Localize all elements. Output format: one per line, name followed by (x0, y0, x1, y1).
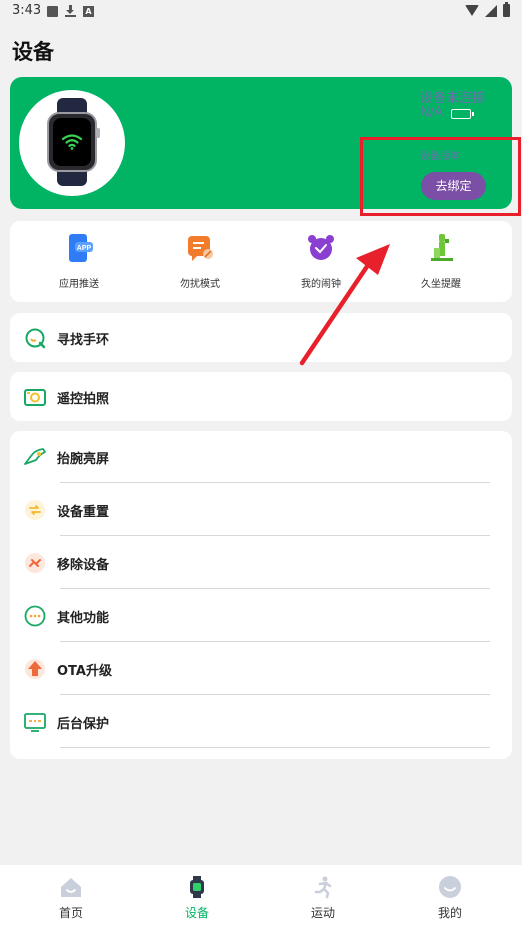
row-divider (60, 641, 490, 642)
sport-icon (311, 875, 335, 899)
settings-row-more-functions[interactable]: 其他功能 (10, 590, 512, 642)
remove-device-icon (23, 552, 47, 574)
settings-row-label: 后台保护 (57, 717, 110, 732)
nav-label: 我的 (437, 906, 462, 920)
settings-row-remove-device[interactable]: 移除设备 (10, 537, 512, 589)
settings-row-label: 设备重置 (57, 505, 110, 520)
quick-action-label: 久坐提醒 (421, 279, 461, 290)
status-bar: 3:43 A (0, 0, 522, 24)
watch-crown (96, 128, 100, 138)
alarm-clock-icon (306, 233, 336, 263)
status-time: 3:43 (12, 3, 42, 18)
settings-row-label: 其他功能 (57, 611, 110, 626)
ota-upgrade-icon (23, 658, 47, 680)
highlight-box (360, 137, 521, 216)
settings-row-raise-wrist[interactable]: 抬腕亮屏 (10, 431, 512, 483)
quick-action-label: 应用推送 (59, 279, 99, 290)
camera-icon (23, 386, 47, 408)
quick-action-app-push[interactable]: APP 应用推送 (34, 233, 124, 290)
bottom-nav: 首页 设备 运动 我的 (0, 865, 522, 928)
more-functions-icon (23, 605, 47, 627)
row-divider (60, 588, 490, 589)
quick-actions-card: APP 应用推送 勿扰模式 我的闹钟 久坐提醒 (10, 221, 512, 302)
battery-level: N/A (420, 105, 443, 120)
app-push-icon: APP (64, 233, 94, 263)
notification-square-icon (47, 5, 58, 17)
find-band-label: 寻找手环 (57, 333, 110, 348)
find-band-row[interactable]: 寻找手环 (10, 313, 512, 362)
settings-row-label: OTA升级 (57, 664, 112, 679)
row-divider (60, 747, 490, 748)
nav-label: 设备 (184, 906, 209, 920)
watch-body (47, 112, 97, 172)
quick-action-alarm[interactable]: 我的闹钟 (276, 233, 366, 290)
nav-sport[interactable]: 运动 (278, 875, 368, 921)
settings-card: 抬腕亮屏 设备重置 移除设备 其他功能 OTA升级 后台保护 (10, 431, 512, 759)
download-icon (65, 5, 76, 17)
nav-label: 首页 (58, 906, 83, 920)
row-divider (60, 694, 490, 695)
watch-wifi-icon (61, 134, 83, 150)
settings-row-ota[interactable]: OTA升级 (10, 643, 512, 695)
battery-icon (451, 109, 474, 119)
find-band-card[interactable]: 寻找手环 (10, 313, 512, 362)
settings-row-background-protect[interactable]: 后台保护 (10, 696, 512, 748)
system-icons (465, 2, 510, 17)
notification-icons: A (47, 5, 94, 17)
row-divider (60, 482, 490, 483)
nav-home[interactable]: 首页 (26, 875, 116, 921)
watch-image (19, 90, 125, 196)
watch-screen (53, 118, 91, 166)
reset-icon (23, 499, 47, 521)
settings-row-label: 抬腕亮屏 (57, 452, 110, 467)
quick-action-dnd[interactable]: 勿扰模式 (155, 233, 245, 290)
battery-status-icon (503, 2, 510, 17)
row-divider (60, 535, 490, 536)
background-protect-icon (23, 711, 47, 733)
do-not-disturb-icon (185, 233, 215, 263)
signal-icon (485, 4, 497, 17)
nav-device[interactable]: 设备 (152, 875, 242, 921)
nav-profile[interactable]: 我的 (405, 875, 495, 921)
quick-action-sedentary[interactable]: 久坐提醒 (396, 233, 486, 290)
quick-action-label: 勿扰模式 (180, 279, 220, 290)
find-band-icon (23, 327, 47, 349)
home-icon (59, 875, 83, 899)
device-icon (185, 875, 209, 899)
profile-icon (438, 875, 462, 899)
wifi-icon (465, 5, 479, 16)
nav-label: 运动 (310, 906, 335, 920)
page-title: 设备 (12, 40, 54, 64)
connection-status: 设备未连接 (420, 91, 486, 106)
notification-a-icon: A (83, 5, 94, 17)
settings-row-reset[interactable]: 设备重置 (10, 484, 512, 536)
remote-camera-row[interactable]: 遥控拍照 (10, 372, 512, 421)
app-badge-text: APP (77, 245, 92, 252)
quick-action-label: 我的闹钟 (301, 279, 341, 290)
sedentary-reminder-icon (426, 233, 456, 263)
remote-camera-label: 遥控拍照 (57, 392, 110, 407)
raise-wrist-icon (23, 446, 47, 468)
settings-row-label: 移除设备 (57, 558, 110, 573)
remote-camera-card[interactable]: 遥控拍照 (10, 372, 512, 421)
